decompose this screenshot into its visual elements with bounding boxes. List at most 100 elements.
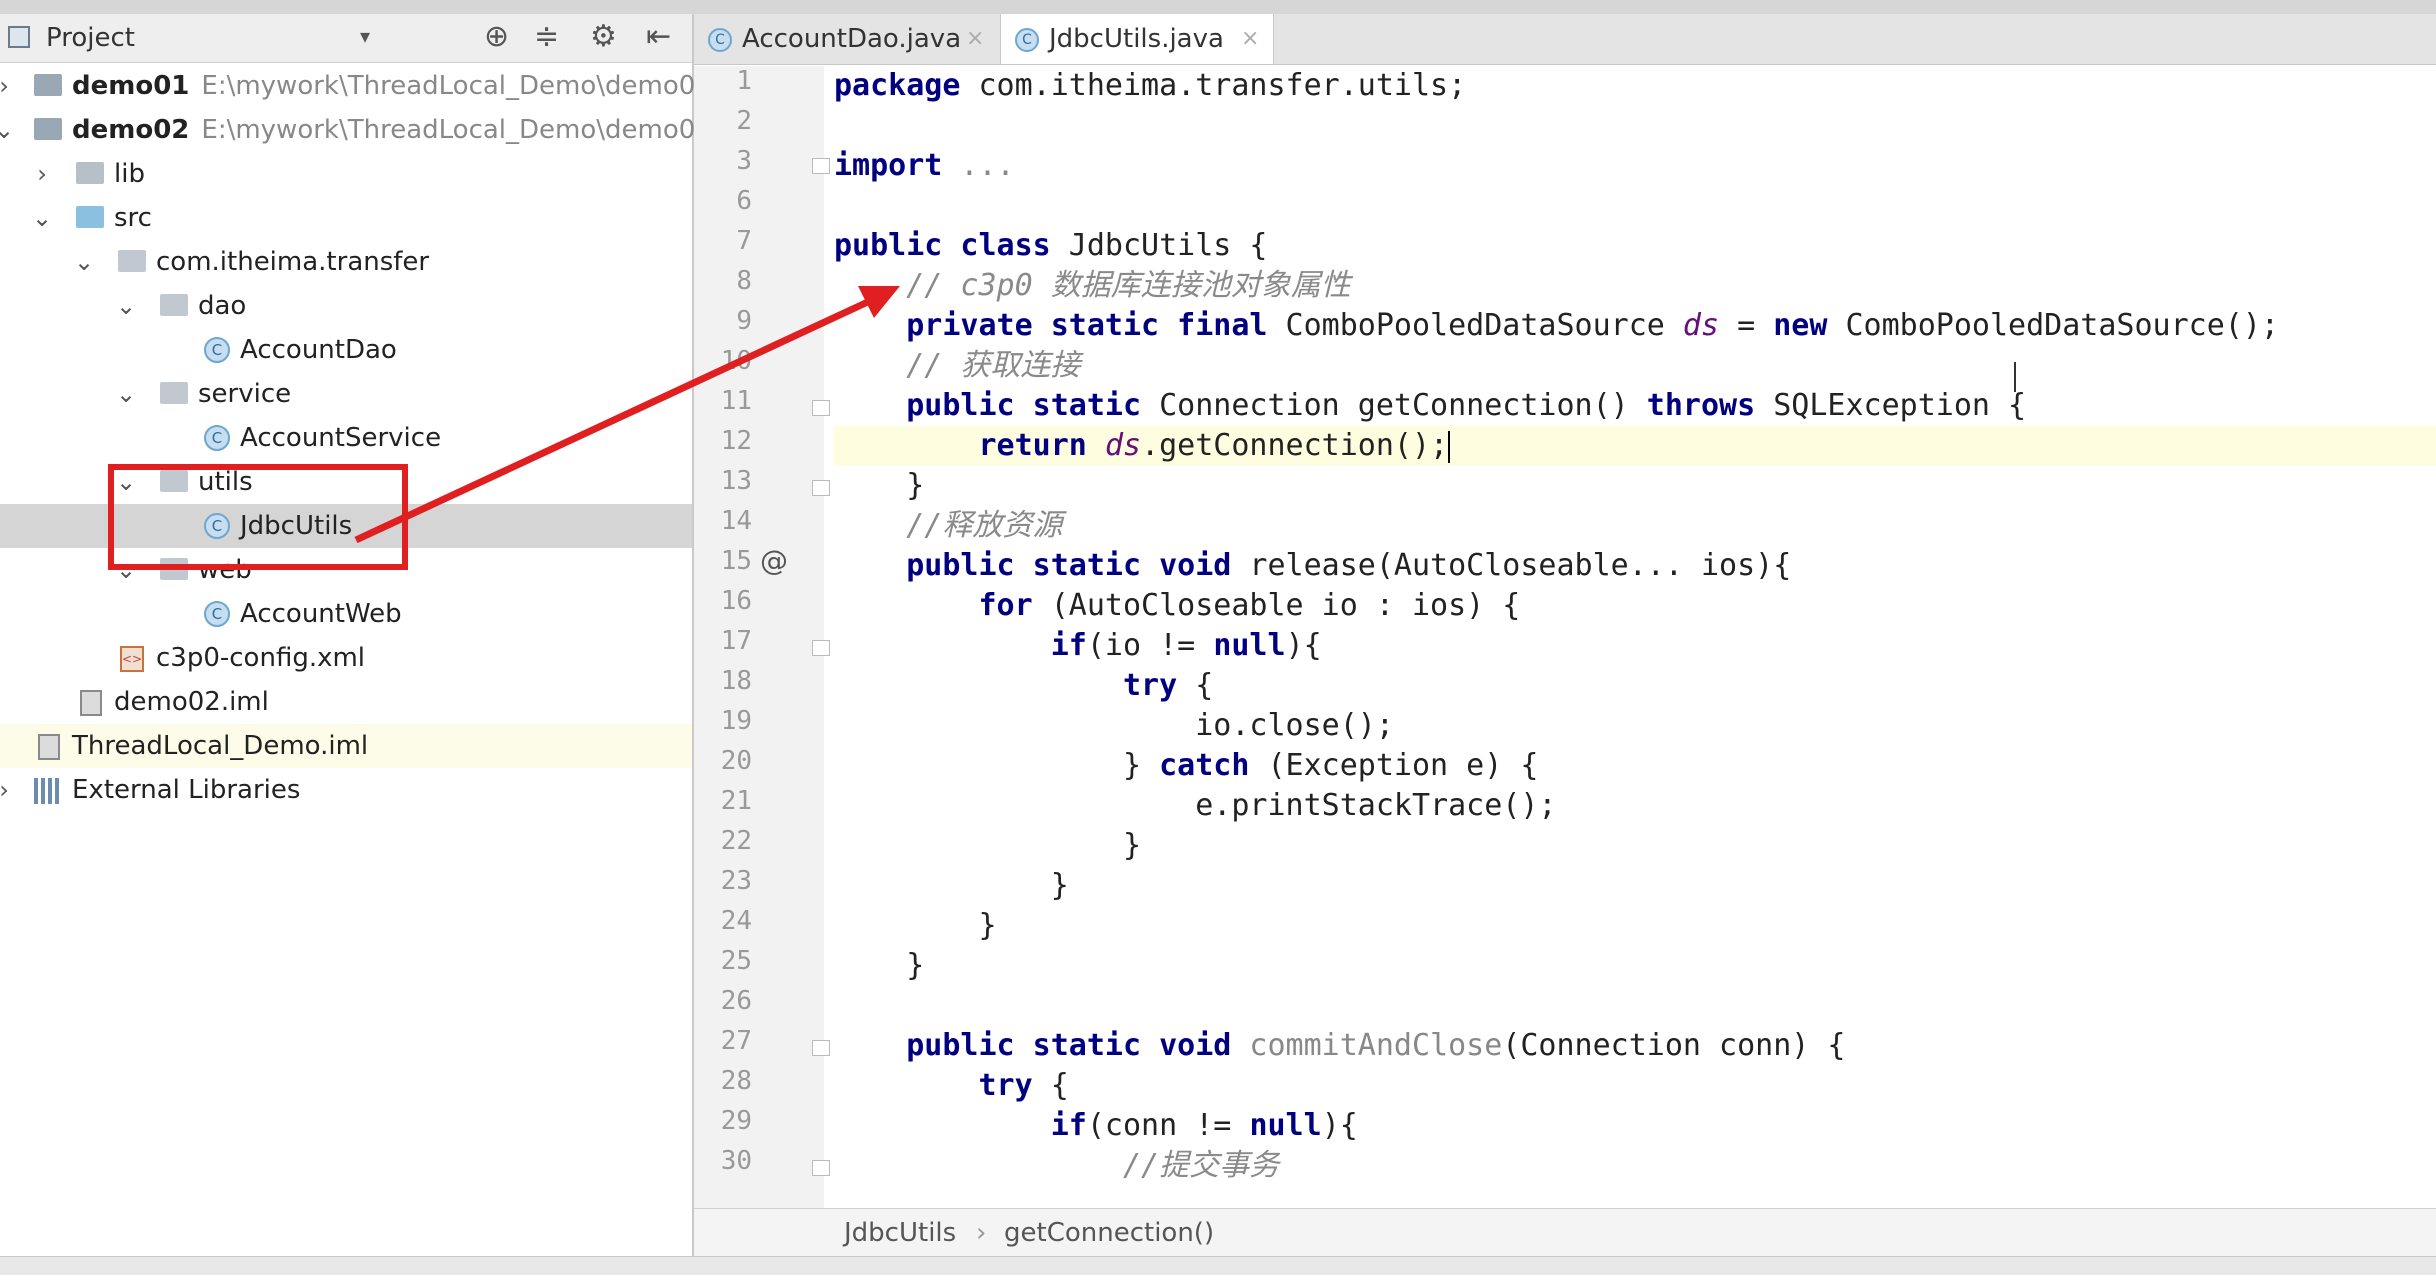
tree-item-external-libraries[interactable]: › External Libraries bbox=[0, 768, 692, 812]
line-number: 19 bbox=[720, 706, 752, 736]
code-line-3: import ... bbox=[834, 148, 1015, 183]
locate-target-icon[interactable]: ⊕ bbox=[484, 20, 509, 54]
code-line-16: for (AutoCloseable io : ios) { bbox=[834, 588, 1521, 623]
line-number: 11 bbox=[720, 386, 752, 416]
line-number: 23 bbox=[720, 866, 752, 896]
tree-label: com.itheima.transfer bbox=[156, 247, 430, 277]
project-panel-header: Project ▾ ⊕ ≑ ⚙ ⇤ bbox=[0, 14, 692, 63]
code-line-21: e.printStackTrace(); bbox=[834, 788, 1557, 823]
line-number: 6 bbox=[736, 186, 752, 216]
editor-gutter: 1 2 3 6 7 8 9 10 11 12 13 14 15 16 17 18… bbox=[694, 66, 830, 1208]
iml-file-icon bbox=[80, 690, 102, 716]
line-number: 20 bbox=[720, 746, 752, 776]
module-path: E:\mywork\ThreadLocal_Demo\demo02 bbox=[201, 115, 712, 145]
code-line-12: return ds.getConnection(); bbox=[834, 428, 1451, 463]
code-line-14: //释放资源 bbox=[834, 508, 1063, 543]
iml-file-icon bbox=[38, 734, 60, 760]
close-icon[interactable]: × bbox=[1241, 14, 1259, 64]
chevron-right-icon[interactable]: › bbox=[30, 152, 54, 196]
code-line-9: private static final ComboPooledDataSour… bbox=[834, 308, 2279, 343]
line-number: 8 bbox=[736, 266, 752, 296]
close-icon[interactable]: × bbox=[966, 14, 984, 64]
module-folder-icon bbox=[34, 118, 62, 140]
fold-collapse-icon[interactable] bbox=[812, 1160, 830, 1176]
fold-collapse-icon[interactable] bbox=[812, 400, 830, 416]
class-icon: C bbox=[708, 28, 732, 52]
line-number: 15 bbox=[720, 546, 752, 576]
line-number: 26 bbox=[720, 986, 752, 1016]
view-dropdown-chevron-icon[interactable]: ▾ bbox=[360, 24, 370, 48]
chevron-down-icon[interactable]: ⌄ bbox=[0, 108, 16, 152]
tree-item-demo02[interactable]: ⌄ demo02 E:\mywork\ThreadLocal_Demo\demo0… bbox=[0, 108, 712, 152]
fold-expand-icon[interactable] bbox=[812, 158, 830, 174]
tab-label: JdbcUtils.java bbox=[1049, 24, 1224, 54]
tree-item-dao[interactable]: ⌄ dao bbox=[0, 284, 692, 328]
code-line-7: public class JdbcUtils { bbox=[834, 228, 1268, 263]
chevron-down-icon[interactable]: ⌄ bbox=[72, 240, 96, 284]
tab-accountdao[interactable]: C AccountDao.java × bbox=[694, 14, 994, 64]
code-line-18: try { bbox=[834, 668, 1214, 703]
library-icon bbox=[34, 778, 62, 804]
tree-item-c3p0-config[interactable]: <> c3p0-config.xml bbox=[0, 636, 692, 680]
tree-label: AccountService bbox=[240, 423, 442, 453]
breadcrumb-method[interactable]: getConnection() bbox=[1004, 1209, 1214, 1257]
tab-jdbcutils[interactable]: C JdbcUtils.java × bbox=[1000, 14, 1274, 64]
package-icon bbox=[118, 250, 146, 272]
collapse-all-icon[interactable]: ≑ bbox=[534, 20, 559, 54]
module-path: E:\mywork\ThreadLocal_Demo\demo01 bbox=[201, 71, 712, 101]
tree-item-threadlocal-iml[interactable]: ThreadLocal_Demo.iml bbox=[0, 724, 692, 768]
tree-item-accountdao[interactable]: C AccountDao bbox=[0, 328, 692, 372]
line-number: 12 bbox=[720, 426, 752, 456]
class-icon: C bbox=[204, 337, 230, 363]
code-line-8: // c3p0 数据库连接池对象属性 bbox=[834, 268, 1351, 303]
code-area[interactable]: package com.itheima.transfer.utils; impo… bbox=[834, 66, 2436, 1208]
tree-label: dao bbox=[198, 291, 247, 321]
tree-label: c3p0-config.xml bbox=[156, 643, 366, 673]
chevron-down-icon[interactable]: ⌄ bbox=[30, 196, 54, 240]
fold-collapse-icon[interactable] bbox=[812, 640, 830, 656]
tree-item-service[interactable]: ⌄ service bbox=[0, 372, 692, 416]
fold-end-icon[interactable] bbox=[812, 1040, 830, 1056]
code-line-27: public static void commitAndClose(Connec… bbox=[834, 1028, 1846, 1063]
breadcrumb-class[interactable]: JdbcUtils bbox=[844, 1209, 956, 1257]
code-line-10: // 获取连接 bbox=[834, 348, 1081, 383]
chevron-right-icon[interactable]: › bbox=[0, 64, 16, 108]
tab-label: AccountDao.java bbox=[742, 24, 962, 54]
tree-item-src[interactable]: ⌄ src bbox=[0, 196, 692, 240]
code-line-11: public static Connection getConnection()… bbox=[834, 388, 2027, 423]
gear-icon[interactable]: ⚙ bbox=[590, 20, 617, 54]
hide-panel-icon[interactable]: ⇤ bbox=[646, 20, 671, 54]
window-top-strip bbox=[0, 0, 2436, 15]
breadcrumb-separator: › bbox=[976, 1218, 987, 1248]
runnable-class-icon: C bbox=[204, 601, 230, 627]
code-line-20: } catch (Exception e) { bbox=[834, 748, 1539, 783]
tree-label: lib bbox=[114, 159, 145, 189]
project-panel-title[interactable]: Project bbox=[46, 23, 135, 53]
tree-item-demo01[interactable]: › demo01 E:\mywork\ThreadLocal_Demo\demo0… bbox=[0, 64, 712, 108]
chevron-right-icon[interactable]: › bbox=[0, 768, 16, 812]
line-number: 24 bbox=[720, 906, 752, 936]
fold-end-icon[interactable] bbox=[812, 480, 830, 496]
tree-label: AccountDao bbox=[240, 335, 397, 365]
chevron-down-icon[interactable]: ⌄ bbox=[114, 284, 138, 328]
tree-item-accountservice[interactable]: C AccountService bbox=[0, 416, 692, 460]
line-number: 7 bbox=[736, 226, 752, 256]
tree-item-accountweb[interactable]: C AccountWeb bbox=[0, 592, 692, 636]
chevron-down-icon[interactable]: ⌄ bbox=[114, 372, 138, 416]
tree-label: service bbox=[198, 379, 292, 409]
module-name: demo01 bbox=[72, 71, 190, 101]
code-line-29: if(conn != null){ bbox=[834, 1108, 1358, 1143]
tree-item-demo02-iml[interactable]: demo02.iml bbox=[0, 680, 692, 724]
code-line-13: } bbox=[834, 468, 925, 503]
line-number: 10 bbox=[720, 346, 752, 376]
mouse-ibeam-cursor bbox=[2014, 362, 2016, 392]
tree-label: src bbox=[114, 203, 152, 233]
source-folder-icon bbox=[76, 206, 104, 228]
tree-label: External Libraries bbox=[72, 775, 301, 805]
code-line-19: io.close(); bbox=[834, 708, 1394, 743]
code-line-22: } bbox=[834, 828, 1142, 863]
tree-item-lib[interactable]: › lib bbox=[0, 152, 692, 196]
tree-item-package[interactable]: ⌄ com.itheima.transfer bbox=[0, 240, 692, 284]
folder-icon bbox=[76, 162, 104, 184]
override-marker-icon[interactable]: @ bbox=[760, 544, 788, 577]
